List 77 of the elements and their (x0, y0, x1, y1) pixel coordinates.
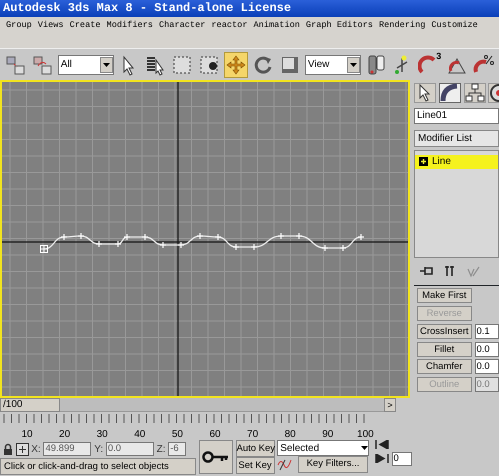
tool-button[interactable]: Make First (416, 288, 472, 304)
key-filters-button[interactable]: Key Filters... (298, 456, 368, 473)
key-icon (202, 450, 230, 464)
menu-item[interactable]: Animation (254, 19, 300, 32)
window-title: Autodesk 3ds Max 8 - Stand-alone License (0, 0, 499, 17)
menu-item[interactable]: Character (158, 19, 206, 32)
set-key-button[interactable]: Set Key (236, 457, 274, 474)
ruler-label: 30 (96, 429, 108, 440)
coordinate-field[interactable]: 49.899 (43, 442, 92, 456)
menu-item[interactable]: reactor (211, 19, 248, 32)
stack-label: Line (432, 154, 451, 168)
key-mode-dropdown[interactable]: Selected (277, 440, 370, 456)
expand-icon (419, 157, 428, 166)
time-slider-thumb[interactable]: /100 (0, 398, 60, 412)
ruler-label: 20 (59, 429, 70, 440)
coordinate-label: X: (31, 442, 41, 456)
spinner-field[interactable]: 0.0 (474, 342, 499, 356)
lock-icon[interactable] (2, 443, 13, 455)
panel-tab[interactable] (438, 82, 461, 103)
status-text: Click or click-and-drag to select objects (0, 458, 196, 475)
go-to-start-icon[interactable] (374, 440, 389, 449)
dropdown-value: All (60, 58, 72, 72)
rotate-icon (252, 54, 274, 76)
ruler-label: 40 (134, 429, 146, 440)
coordinate-label: Y: (94, 442, 104, 456)
ruler-label: 10 (21, 429, 33, 440)
tool-button[interactable]: CrossInsert (416, 324, 472, 339)
tool-button[interactable]: Chamfer (416, 359, 472, 374)
ruler-label: 100 (357, 429, 374, 440)
menu-item[interactable]: Views (38, 19, 64, 32)
menu-item[interactable]: Group (6, 19, 32, 32)
modifier-list-dropdown[interactable]: Modifier List (414, 130, 499, 147)
ruler-label: 80 (284, 429, 296, 440)
coordinate-field[interactable]: -6 (168, 442, 186, 456)
next-frame-button[interactable]: > (384, 398, 396, 412)
name-field[interactable]: Line01 (414, 108, 499, 124)
coordinate-label: Z: (156, 442, 166, 456)
panel-tab[interactable] (414, 82, 436, 103)
tool-button[interactable]: 3 (417, 52, 442, 78)
coordinate-field[interactable]: 0.0 (106, 442, 154, 456)
bent-tube-icon (440, 82, 460, 103)
go-to-end-icon[interactable] (374, 454, 389, 464)
unlink-icon (32, 54, 54, 76)
ruler-label: 50 (172, 429, 183, 440)
spinner-field[interactable]: 0.0 (474, 359, 499, 374)
dropdown[interactable]: All (58, 54, 114, 74)
stack-item[interactable]: Line (415, 154, 498, 168)
percent-magnet-icon (472, 54, 494, 76)
dropdown-value: View (308, 58, 330, 72)
tool-button[interactable]: Fillet (416, 342, 472, 356)
ruler-label: 60 (209, 429, 221, 440)
ruler-label: 70 (247, 429, 258, 440)
link-icon (4, 54, 27, 76)
badge-number: 3 (436, 52, 442, 60)
hierarchy-icon (464, 82, 484, 103)
move-icon (225, 54, 248, 76)
caret-icon (361, 446, 368, 450)
caret-icon (102, 62, 110, 66)
auto-key-button[interactable]: Auto Key (236, 440, 274, 457)
spinner-field[interactable]: 0.1 (474, 324, 499, 339)
ruler-label: 90 (322, 429, 334, 440)
menu-item[interactable]: Modifiers (106, 19, 153, 32)
dropdown-value: Selected (280, 442, 320, 456)
menu-item[interactable]: Create (70, 19, 101, 32)
panel-tab[interactable] (464, 82, 486, 103)
frame-field[interactable]: 0 (392, 452, 412, 466)
spline-drawing[interactable] (40, 232, 365, 253)
pin-icon (418, 264, 433, 278)
dropdown[interactable]: View (304, 54, 361, 74)
menu-item[interactable]: Customize (431, 19, 478, 32)
set-key-big-button[interactable] (198, 440, 233, 474)
absolute-mode-icon[interactable] (16, 442, 28, 456)
caret-icon (350, 62, 357, 66)
make-unique-icon (466, 264, 480, 278)
menu-item[interactable]: Graph Editors (306, 19, 373, 32)
menu-item[interactable]: Rendering (378, 19, 426, 32)
show-result-icon (442, 264, 456, 278)
